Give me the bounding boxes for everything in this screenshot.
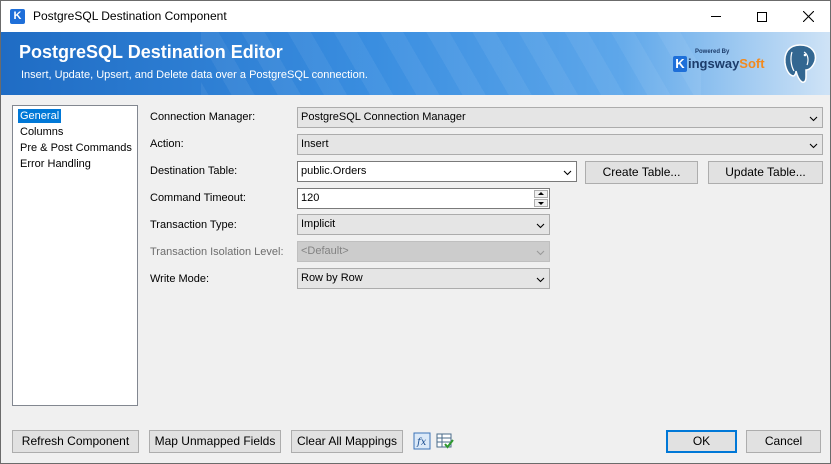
command-timeout-value: 120: [301, 192, 320, 204]
increment-button[interactable]: [534, 190, 548, 198]
editor-window: K PostgreSQL Destination Component Postg…: [0, 0, 831, 464]
connection-manager-label: Connection Manager:: [150, 111, 256, 123]
kingswaysoft-logo: Powered By KingswaySoft: [673, 49, 765, 77]
destination-table-dropdown[interactable]: public.Orders: [297, 161, 577, 182]
maximize-button[interactable]: [739, 1, 785, 32]
chevron-down-icon: [536, 277, 545, 283]
write-mode-label: Write Mode:: [150, 273, 210, 285]
decrement-button[interactable]: [534, 199, 548, 207]
fx-expression-icon[interactable]: fx: [413, 432, 431, 450]
minimize-button[interactable]: [693, 1, 739, 32]
transaction-type-label: Transaction Type:: [150, 219, 237, 231]
action-dropdown[interactable]: Insert: [297, 134, 823, 155]
ok-button[interactable]: OK: [666, 430, 737, 453]
isolation-level-value: <Default>: [301, 245, 349, 257]
action-value: Insert: [301, 138, 329, 150]
maximize-icon: [757, 11, 767, 22]
chevron-down-icon: [563, 170, 572, 176]
banner-title: PostgreSQL Destination Editor: [19, 42, 283, 62]
brand-name: KingswaySoft: [673, 56, 765, 72]
chevron-down-icon: [536, 223, 545, 229]
command-timeout-label: Command Timeout:: [150, 192, 246, 204]
isolation-level-dropdown: <Default>: [297, 241, 550, 262]
map-unmapped-fields-button[interactable]: Map Unmapped Fields: [149, 430, 281, 453]
cancel-button[interactable]: Cancel: [746, 430, 821, 453]
create-table-button[interactable]: Create Table...: [585, 161, 698, 184]
destination-table-label: Destination Table:: [150, 165, 238, 177]
write-mode-value: Row by Row: [301, 272, 363, 284]
command-timeout-stepper[interactable]: 120: [297, 188, 550, 209]
window-title: PostgreSQL Destination Component: [33, 9, 227, 23]
chevron-down-icon: [536, 250, 545, 256]
header-banner: PostgreSQL Destination Editor Insert, Up…: [1, 32, 830, 95]
nav-item-error-handling[interactable]: Error Handling: [18, 157, 93, 171]
nav-item-general[interactable]: General: [18, 109, 62, 123]
chevron-down-icon: [809, 116, 818, 122]
banner-subtitle: Insert, Update, Upsert, and Delete data …: [21, 69, 368, 81]
nav-item-columns[interactable]: Columns: [18, 125, 65, 139]
clear-all-mappings-button[interactable]: Clear All Mappings: [291, 430, 403, 453]
connection-manager-dropdown[interactable]: PostgreSQL Connection Manager: [297, 107, 823, 128]
destination-table-value: public.Orders: [301, 165, 367, 177]
grid-check-icon[interactable]: [436, 432, 454, 450]
title-bar: K PostgreSQL Destination Component: [1, 1, 830, 32]
action-label: Action:: [150, 138, 184, 150]
transaction-type-dropdown[interactable]: Implicit: [297, 214, 550, 235]
close-icon: [802, 11, 814, 22]
write-mode-dropdown[interactable]: Row by Row: [297, 268, 550, 289]
kingswaysoft-app-icon: K: [10, 9, 25, 24]
transaction-type-value: Implicit: [301, 218, 336, 230]
refresh-component-button[interactable]: Refresh Component: [12, 430, 139, 453]
connection-manager-value: PostgreSQL Connection Manager: [301, 111, 466, 123]
nav-item-pre-post-commands[interactable]: Pre & Post Commands: [18, 141, 134, 155]
brand-powered-by: Powered By: [695, 49, 730, 55]
postgresql-elephant-icon: [784, 44, 817, 83]
chevron-down-icon: [809, 143, 818, 149]
update-table-button[interactable]: Update Table...: [708, 161, 823, 184]
svg-text:fx: fx: [416, 437, 427, 448]
minimize-icon: [711, 16, 721, 17]
navigation-list: General Columns Pre & Post Commands Erro…: [12, 105, 138, 406]
stepper-buttons: [534, 190, 548, 207]
close-button[interactable]: [785, 1, 831, 32]
isolation-level-label: Transaction Isolation Level:: [150, 246, 284, 258]
